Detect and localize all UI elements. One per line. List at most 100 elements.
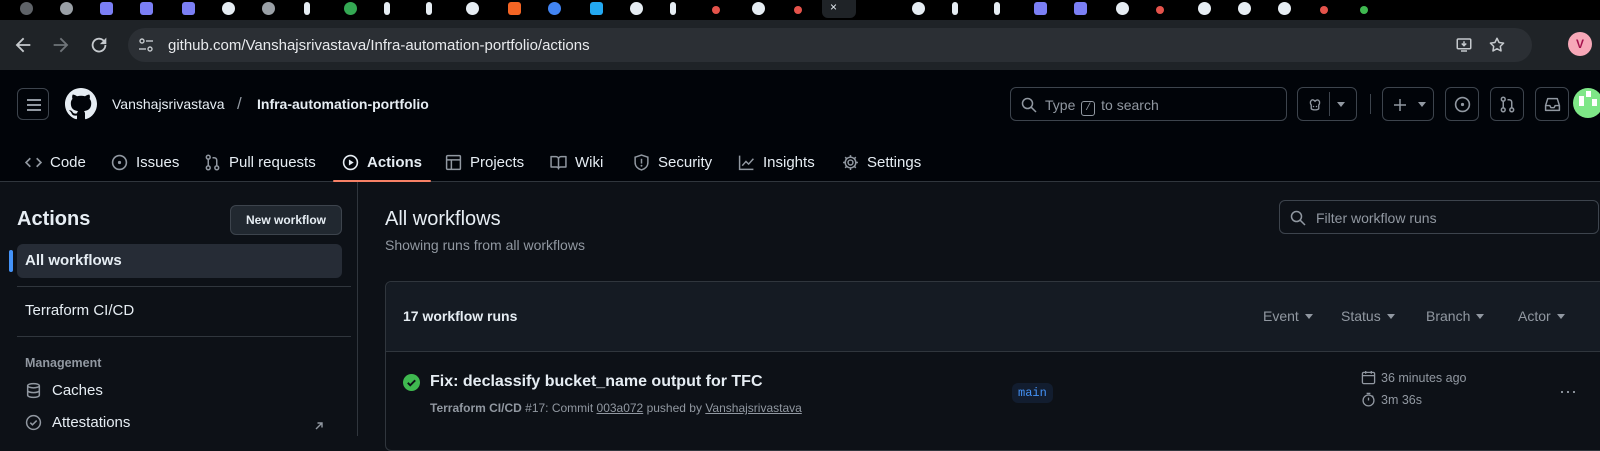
status-filter-dropdown[interactable]: Status (1341, 308, 1395, 324)
install-app-icon[interactable] (1455, 36, 1473, 54)
browser-tab[interactable] (578, 0, 618, 18)
browser-tab[interactable] (250, 0, 290, 18)
filter-workflow-runs-input[interactable]: Filter workflow runs (1279, 200, 1599, 234)
actor-link[interactable]: Vanshajsrivastava (705, 401, 802, 415)
browser-tab[interactable] (292, 0, 332, 18)
new-workflow-button[interactable]: New workflow (230, 205, 342, 235)
tab-insights[interactable]: Insights (738, 142, 815, 182)
tab-code[interactable]: Code (25, 142, 86, 182)
runs-list-header: 17 workflow runs Event Status Branch Act… (386, 282, 1600, 352)
inbox-icon (1544, 97, 1561, 112)
browser-tab[interactable] (1308, 0, 1348, 18)
create-new-button[interactable] (1382, 87, 1434, 121)
user-avatar[interactable] (1573, 88, 1600, 118)
tab-wiki[interactable]: Wiki (550, 142, 603, 182)
browser-tab[interactable] (414, 0, 454, 18)
back-button[interactable] (12, 34, 34, 56)
browser-tab[interactable] (210, 0, 250, 18)
run-title-link[interactable]: Fix: declassify bucket_name output for T… (430, 373, 763, 391)
branch-badge[interactable]: main (1012, 383, 1053, 403)
browser-tab[interactable] (900, 0, 940, 18)
browser-tab[interactable] (454, 0, 494, 18)
run-options-kebab-icon[interactable]: ⋯ (1559, 382, 1578, 403)
sidebar-divider (17, 286, 351, 287)
stopwatch-icon (1362, 392, 1375, 407)
issues-button[interactable] (1445, 87, 1479, 121)
browser-tab[interactable] (1266, 0, 1306, 18)
tab-pull-requests[interactable]: Pull requests (204, 142, 316, 182)
browser-tab[interactable] (982, 0, 1022, 18)
inbox-button[interactable] (1535, 87, 1569, 121)
filter-placeholder: Filter workflow runs (1316, 210, 1437, 226)
browser-tab[interactable] (782, 0, 822, 18)
active-browser-tab[interactable]: × (822, 0, 856, 18)
tab-security[interactable]: Security (633, 142, 712, 182)
browser-tab[interactable] (496, 0, 536, 18)
forward-button[interactable] (50, 34, 72, 56)
browser-tab[interactable] (618, 0, 658, 18)
run-time-ago: 36 minutes ago (1361, 370, 1466, 385)
commit-link[interactable]: 003a072 (597, 401, 644, 415)
browser-tab[interactable] (1186, 0, 1226, 18)
browser-tab[interactable] (1226, 0, 1266, 18)
sidebar-item-all-workflows[interactable]: All workflows (9, 244, 342, 278)
sidebar-item-terraform-ci-cd[interactable]: Terraform CI/CD (17, 294, 342, 328)
reload-button[interactable] (88, 34, 110, 56)
tab-issues[interactable]: Issues (111, 142, 179, 182)
browser-tab[interactable] (658, 0, 698, 18)
tab-settings[interactable]: Settings (842, 142, 921, 182)
browser-tab[interactable] (332, 0, 372, 18)
browser-tab[interactable] (740, 0, 780, 18)
workflow-run-row[interactable]: Fix: declassify bucket_name output for T… (386, 352, 1600, 432)
pull-request-icon (205, 154, 220, 170)
pull-requests-button[interactable] (1490, 87, 1524, 121)
graph-icon (738, 155, 754, 170)
browser-tab[interactable] (1022, 0, 1062, 18)
copilot-button[interactable] (1297, 87, 1357, 121)
browser-tab[interactable] (8, 0, 48, 18)
tab-close-icon[interactable]: × (830, 0, 837, 14)
browser-tab[interactable] (1348, 0, 1388, 18)
actor-filter-dropdown[interactable]: Actor (1518, 308, 1565, 324)
browser-tab[interactable] (700, 0, 740, 18)
tab-actions[interactable]: Actions (332, 142, 432, 182)
browser-tab[interactable] (1144, 0, 1184, 18)
browser-tab[interactable] (1104, 0, 1144, 18)
external-link-icon[interactable] (313, 420, 325, 432)
menu-button[interactable] (17, 88, 49, 120)
workflow-runs-list: 17 workflow runs Event Status Branch Act… (385, 281, 1600, 451)
verified-icon (25, 414, 42, 431)
browser-tab[interactable] (1062, 0, 1102, 18)
tab-projects[interactable]: Projects (445, 142, 524, 182)
branch-filter-dropdown[interactable]: Branch (1426, 308, 1485, 324)
search-icon (1021, 97, 1037, 113)
browser-tab[interactable] (940, 0, 980, 18)
browser-tab[interactable] (372, 0, 412, 18)
sidebar-item-attestations[interactable]: Attestations (25, 414, 130, 431)
browser-tab[interactable] (88, 0, 128, 18)
repo-name-link[interactable]: Infra-automation-portfolio (257, 96, 429, 112)
bookmark-star-icon[interactable] (1488, 36, 1506, 54)
browser-tab[interactable] (536, 0, 576, 18)
profile-avatar[interactable]: V (1568, 32, 1592, 56)
github-logo-icon[interactable] (65, 88, 97, 120)
calendar-icon (1361, 370, 1376, 385)
browser-tab[interactable] (128, 0, 168, 18)
url-text[interactable]: github.com/Vanshajsrivastava/Infra-autom… (168, 37, 590, 54)
breadcrumb-separator: / (237, 94, 242, 113)
management-heading: Management (25, 356, 102, 370)
gear-icon (843, 154, 858, 170)
repo-owner-link[interactable]: Vanshajsrivastava (112, 96, 225, 112)
global-search-input[interactable]: Type / to search (1010, 87, 1287, 121)
event-filter-dropdown[interactable]: Event (1263, 308, 1313, 324)
pull-request-icon (1500, 96, 1515, 113)
database-icon (26, 382, 41, 399)
address-bar[interactable]: github.com/Vanshajsrivastava/Infra-autom… (128, 28, 1532, 62)
run-number: #17 (525, 401, 546, 415)
browser-tab[interactable] (48, 0, 88, 18)
chevron-down-icon (1476, 313, 1485, 319)
chevron-down-icon (1337, 102, 1345, 107)
sidebar-item-caches[interactable]: Caches (25, 382, 103, 399)
issue-icon (1454, 96, 1471, 113)
browser-tab[interactable] (170, 0, 210, 18)
